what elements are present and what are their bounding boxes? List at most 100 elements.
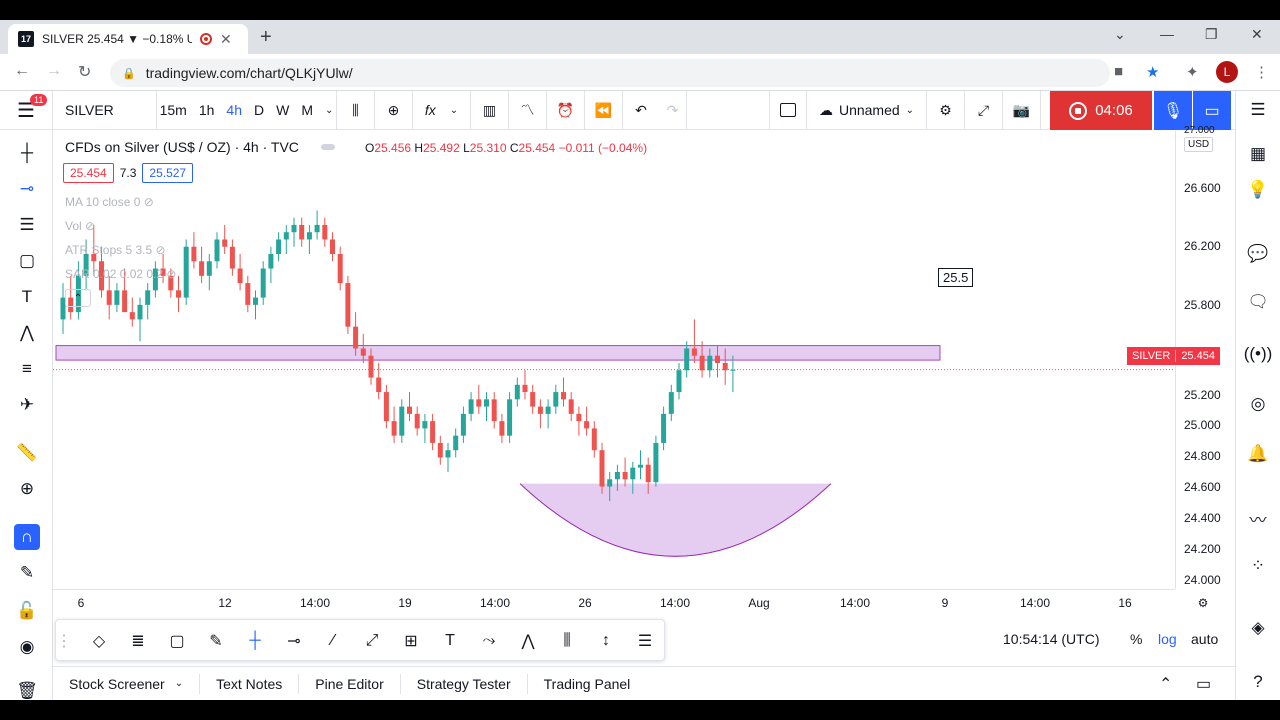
interval-m[interactable]: M <box>295 102 319 118</box>
eye-icon[interactable]: ◉ <box>14 634 40 660</box>
lock-icon[interactable]: 🔓 <box>14 598 40 624</box>
currency-select[interactable]: USD <box>1184 137 1214 152</box>
url-field[interactable]: 🔒 tradingview.com/chart/QLKjYUlw/ <box>110 59 1110 87</box>
maximize-panel-icon[interactable]: ▭ <box>1196 674 1211 694</box>
camera-icon[interactable]: ■ <box>1114 63 1123 80</box>
browser-menu-icon[interactable]: ⋮ <box>1254 63 1269 81</box>
fib-retracement-icon[interactable]: ☰ <box>14 212 40 238</box>
indicator-vol[interactable]: Vol ⊘ <box>65 219 95 233</box>
templates-button[interactable]: ▥ <box>471 90 509 130</box>
prediction-icon[interactable]: ≡ <box>14 356 40 382</box>
crosshair-icon[interactable]: ┼ <box>14 140 40 166</box>
measure-icon[interactable]: ⊞ <box>398 628 424 654</box>
text-tool-icon[interactable]: T <box>14 284 40 310</box>
auto-toggle[interactable]: auto <box>1191 631 1218 647</box>
bell-icon[interactable]: 🔔 <box>1245 441 1271 467</box>
help-icon[interactable]: ? <box>1245 669 1271 695</box>
restore-button[interactable]: ❐ <box>1205 26 1218 43</box>
extensions-icon[interactable]: ✦ <box>1186 63 1199 81</box>
price-annotation[interactable]: 25.5 <box>938 268 974 287</box>
collapse-indicators-button[interactable]: ⌃ <box>65 289 91 307</box>
tab-strategy-tester[interactable]: Strategy Tester <box>401 673 528 694</box>
diamond-icon[interactable]: ◇ <box>86 628 112 654</box>
streams-icon[interactable]: ((•)) <box>1244 341 1273 367</box>
horizontal-ray-icon[interactable]: ⊸ <box>281 628 307 654</box>
indicator-sar[interactable]: SAR 0.02 0.02 0.2 ⊘ <box>65 267 176 281</box>
airplane-icon[interactable]: ✈ <box>14 392 40 418</box>
tab-text-notes[interactable]: Text Notes <box>200 673 300 694</box>
chevron-up-icon[interactable]: ⌃ <box>1159 674 1172 694</box>
indicator-atr[interactable]: ATR Stops 5 3.5 ⊘ <box>65 243 166 257</box>
snapshot-button[interactable]: 📷 <box>1003 90 1041 130</box>
eye-off-icon[interactable]: ⊘ <box>166 267 176 281</box>
trendline-icon[interactable]: ⊸ <box>14 176 40 202</box>
drag-handle-icon[interactable]: ⋮ <box>56 628 72 654</box>
dots-grid-icon[interactable]: ⁘ <box>1245 553 1271 579</box>
chart-type-button[interactable]: ⫼ <box>337 90 375 130</box>
strategy-button[interactable]: 〽 <box>509 90 547 130</box>
chats-icon[interactable]: 💬 <box>1245 241 1271 267</box>
rectangle-icon[interactable]: ▢ <box>164 628 190 654</box>
tab-stock-screener[interactable]: Stock Screener ⌄ <box>53 673 201 694</box>
alert-button[interactable]: ⏰ <box>547 90 585 130</box>
trash-icon[interactable]: 🗑 <box>14 678 40 704</box>
record-stop-button[interactable]: 04:06 <box>1050 91 1152 130</box>
redo-button[interactable]: ↷ <box>659 90 687 130</box>
calendar-icon[interactable]: ▦ <box>1245 141 1271 167</box>
layout-toggle-button[interactable] <box>769 90 807 130</box>
tab-pine-editor[interactable]: Pine Editor <box>299 673 401 694</box>
ruler-icon[interactable]: 📏 <box>14 440 40 466</box>
wave-icon[interactable]: 〰 <box>1245 505 1271 531</box>
undo-button[interactable]: ↶ <box>623 91 659 130</box>
layout-name-button[interactable]: ☁ Unnamed ⌄ <box>807 90 927 130</box>
indicator-ma[interactable]: MA 10 close 0 ⊘ <box>65 195 154 209</box>
tab-search-icon[interactable]: ⌄ <box>1114 26 1126 43</box>
interval-1h[interactable]: 1h <box>193 102 221 118</box>
pattern-icon[interactable]: ⋀ <box>14 320 40 346</box>
brush-icon[interactable]: ✎ <box>203 628 229 654</box>
lightbulb-icon[interactable]: 💡 <box>1245 177 1271 203</box>
interval-d[interactable]: D <box>248 102 270 118</box>
text-tool-icon[interactable]: T <box>437 628 463 654</box>
close-tab-icon[interactable]: ✕ <box>220 31 232 48</box>
interval-w[interactable]: W <box>270 102 295 118</box>
interval-4h[interactable]: 4h <box>220 102 248 118</box>
interval-15m[interactable]: 15m <box>154 102 193 118</box>
zoom-icon[interactable]: ⊕ <box>14 476 40 502</box>
time-scale-settings-icon[interactable]: ⚙ <box>1198 596 1209 610</box>
path-icon[interactable]: ⤳ <box>476 628 502 654</box>
price-range-icon[interactable]: ↕ <box>593 628 619 654</box>
forward-icon[interactable]: → <box>46 62 62 80</box>
magnet-icon[interactable]: ∩ <box>14 524 40 550</box>
chat-icon[interactable]: 🗨 <box>1245 289 1271 315</box>
settings-button[interactable]: ⚙ <box>927 90 965 130</box>
back-icon[interactable]: ← <box>14 62 30 80</box>
trendline-icon[interactable]: ⁄ <box>320 628 346 654</box>
bookmark-star-icon[interactable]: ★ <box>1146 63 1159 81</box>
polyline-icon[interactable]: ⋀ <box>515 628 541 654</box>
bid-button[interactable]: 25.454 <box>63 163 114 183</box>
watchlist-icon[interactable]: ☰ <box>1245 97 1271 123</box>
replay-button[interactable]: ⏪ <box>585 90 623 130</box>
broadcast-icon[interactable]: ◎ <box>1245 391 1271 417</box>
tab-trading-panel[interactable]: Trading Panel <box>528 674 647 694</box>
lock-drawing-icon[interactable]: ✎ <box>14 560 40 586</box>
fib-lines-icon[interactable]: ≣ <box>125 628 151 654</box>
extended-line-icon[interactable]: ⤢ <box>359 628 385 654</box>
channel-icon[interactable]: ☰ <box>632 628 658 654</box>
chart-pane[interactable]: CFDs on Silver (US$ / OZ) · 4h · TVC O25… <box>53 131 1175 589</box>
reload-icon[interactable]: ↻ <box>78 62 91 82</box>
utc-clock[interactable]: 10:54:14 (UTC) <box>1003 631 1099 647</box>
eye-off-icon[interactable]: ⊘ <box>156 243 166 257</box>
eye-off-icon[interactable]: ⊘ <box>144 195 154 209</box>
close-window-button[interactable]: ✕ <box>1251 26 1263 43</box>
log-toggle[interactable]: log <box>1158 631 1177 647</box>
new-tab-button[interactable]: + <box>260 26 272 49</box>
symbol-search-button[interactable]: SILVER <box>53 90 157 130</box>
profile-avatar[interactable]: L <box>1216 61 1238 83</box>
minimize-button[interactable]: — <box>1160 26 1174 42</box>
eye-off-icon[interactable]: ⊘ <box>85 219 95 233</box>
compare-button[interactable]: ⊕ <box>375 90 413 130</box>
indicators-button[interactable]: fx ⌄ <box>413 90 471 130</box>
rectangle-icon[interactable]: ▢ <box>14 248 40 274</box>
